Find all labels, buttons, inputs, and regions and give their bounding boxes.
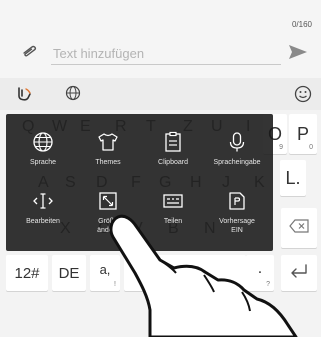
menu-item-label: Clipboard [158, 159, 188, 166]
hand-gesture-icon[interactable] [14, 85, 34, 103]
menu-item-language[interactable]: Sprache [12, 131, 74, 167]
menu-item-clipboard[interactable]: Clipboard [142, 131, 204, 167]
key-sub-label: 9 [279, 144, 283, 151]
message-text-input[interactable] [51, 43, 281, 65]
keyboard-split-icon [162, 190, 184, 212]
period-key[interactable]: .? [246, 255, 274, 291]
menu-item-label: Vorhersage EIN [219, 218, 255, 234]
shirt-icon [97, 131, 119, 153]
menu-item-themes[interactable]: Themes [77, 131, 139, 167]
key-label: a, [99, 261, 111, 277]
space-key[interactable] [124, 255, 246, 291]
menu-item-split[interactable]: Teilen [142, 190, 204, 226]
backspace-key[interactable] [281, 208, 317, 248]
keyboard-options-menu: Sprache Themes Clipboard Spracheingabe B… [6, 114, 273, 251]
comma-key[interactable]: a,! [90, 255, 120, 291]
character-counter: 0/160 [291, 20, 312, 29]
key-label: P [296, 123, 309, 144]
menu-item-label: Spracheingabe [213, 159, 261, 166]
microphone-icon [226, 131, 248, 153]
key-label: DE [58, 264, 80, 282]
enter-key[interactable] [281, 255, 317, 291]
key-label: 12# [14, 264, 40, 282]
key-label: L. [285, 167, 301, 188]
compose-bar: 0/160 [0, 0, 321, 78]
menu-item-prediction[interactable]: Vorhersage EIN [206, 190, 268, 235]
menu-item-edit[interactable]: Bearbeiten [12, 190, 74, 226]
symbols-key[interactable]: 12# [6, 255, 48, 291]
menu-item-label: Sprache [29, 159, 57, 166]
paperclip-icon[interactable] [20, 44, 38, 58]
clipboard-icon [162, 131, 184, 153]
enter-arrow-icon [289, 263, 309, 283]
globe-icon [32, 131, 54, 153]
menu-item-label: Größe ändern [97, 218, 119, 234]
key-p[interactable]: P0 [289, 114, 317, 154]
language-key[interactable]: DE [52, 255, 86, 291]
keyboard-toolbar [0, 78, 321, 110]
resize-icon [97, 190, 119, 212]
key-sub-label: ! [114, 281, 116, 288]
globe-icon[interactable] [65, 85, 81, 101]
text-cursor-icon [32, 190, 54, 212]
menu-item-resize[interactable]: Größe ändern [77, 190, 139, 235]
prediction-icon [226, 190, 248, 212]
menu-item-label: Bearbeiten [26, 218, 60, 225]
menu-item-label: Teilen [163, 218, 183, 225]
send-arrow-icon[interactable] [288, 44, 308, 60]
backspace-icon [289, 218, 309, 238]
menu-item-voice-input[interactable]: Spracheingabe [206, 131, 268, 167]
key-sub-label: ? [266, 281, 270, 288]
menu-item-label: Themes [95, 159, 121, 166]
key-l[interactable]: L. [280, 160, 306, 196]
key-label: . [257, 260, 263, 277]
key-sub-label: 0 [309, 144, 313, 151]
smiley-icon[interactable] [294, 85, 312, 103]
